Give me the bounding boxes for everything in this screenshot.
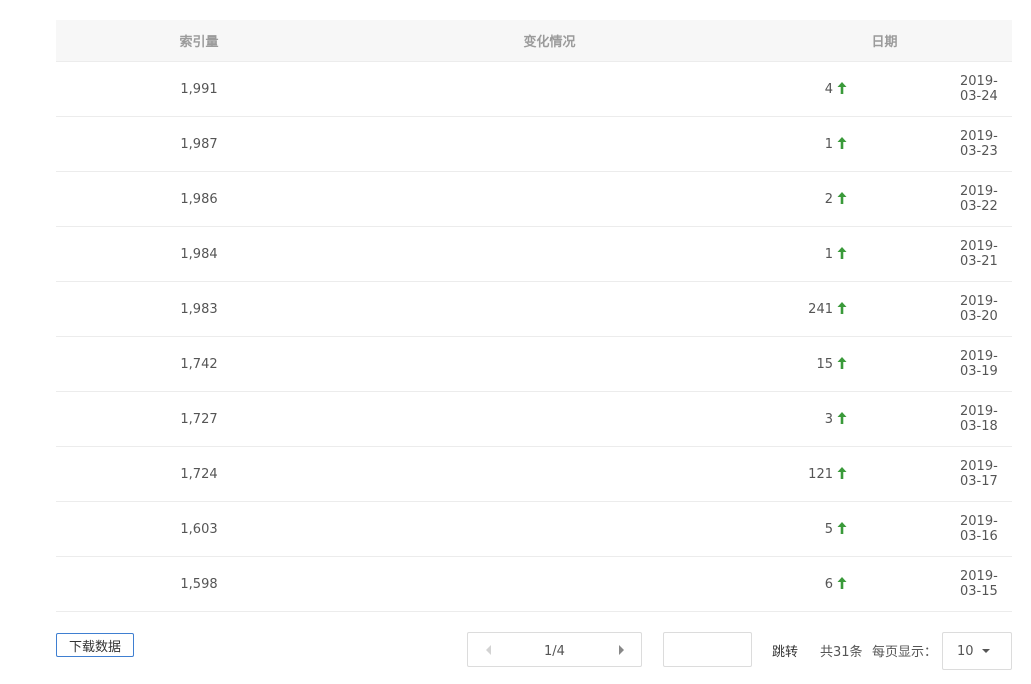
change-value: 3 (824, 411, 833, 427)
total-count: 共31条 (820, 645, 863, 660)
cell-change: 4 (342, 82, 847, 97)
caret-right-icon (618, 644, 624, 655)
table-row: 1,598 6 2019-03-15 (56, 557, 1012, 612)
arrow-up-icon (837, 192, 847, 204)
change-value: 6 (824, 576, 833, 592)
change-value: 241 (808, 301, 833, 317)
cell-index: 1,727 (180, 411, 218, 427)
cell-change: 241 (342, 302, 847, 317)
arrow-up-icon (837, 522, 847, 534)
arrow-up-icon (837, 247, 847, 259)
cell-date: 2019-03-23 (960, 129, 998, 159)
table-row: 1,983 241 2019-03-20 (56, 282, 1012, 337)
change-value: 15 (816, 356, 833, 372)
caret-left-icon (485, 644, 491, 655)
cell-index: 1,742 (180, 356, 218, 372)
prev-page-button[interactable] (468, 633, 508, 666)
arrow-up-icon (837, 412, 847, 424)
cell-index: 1,983 (180, 301, 218, 317)
change-value: 4 (824, 81, 833, 97)
header-change: 变化情况 (523, 35, 576, 50)
cell-change: 1 (342, 137, 847, 152)
cell-change: 1 (342, 247, 847, 262)
table-row: 1,987 1 2019-03-23 (56, 117, 1012, 172)
cell-date: 2019-03-19 (960, 349, 998, 379)
table-row: 1,727 3 2019-03-18 (56, 392, 1012, 447)
table-row: 1,984 1 2019-03-21 (56, 227, 1012, 282)
cell-index: 1,603 (180, 521, 218, 537)
arrow-up-icon (837, 302, 847, 314)
header-index: 索引量 (179, 35, 219, 50)
pagination: 1/4 (467, 632, 642, 667)
table-body: 1,991 4 2019-03-24 1,987 1 2019-03-23 1,986 2 20… (56, 62, 1012, 612)
cell-index: 1,986 (180, 191, 218, 207)
change-value: 2 (824, 191, 833, 207)
change-value: 121 (808, 466, 833, 482)
cell-date: 2019-03-24 (960, 74, 998, 104)
cell-date: 2019-03-22 (960, 184, 998, 214)
cell-index: 1,984 (180, 246, 218, 262)
arrow-up-icon (837, 82, 847, 94)
next-page-button[interactable] (601, 633, 641, 666)
change-value: 5 (824, 521, 833, 537)
cell-date: 2019-03-16 (960, 514, 998, 544)
table-header: 索引量 变化情况 日期 (56, 20, 1012, 62)
arrow-up-icon (837, 357, 847, 369)
cell-date: 2019-03-18 (960, 404, 998, 434)
page-indicator: 1/4 (544, 643, 565, 659)
cell-index: 1,598 (180, 576, 218, 592)
cell-index: 1,987 (180, 136, 218, 152)
header-date: 日期 (871, 35, 898, 50)
arrow-up-icon (837, 137, 847, 149)
cell-change: 3 (342, 412, 847, 427)
change-value: 1 (824, 246, 833, 262)
per-page-select[interactable]: 10 (942, 632, 1012, 670)
cell-date: 2019-03-20 (960, 294, 998, 324)
arrow-up-icon (837, 467, 847, 479)
per-page-label: 每页显示： (872, 645, 938, 660)
change-value: 1 (824, 136, 833, 152)
cell-change: 5 (342, 522, 847, 537)
cell-date: 2019-03-17 (960, 459, 998, 489)
table-row: 1,742 15 2019-03-19 (56, 337, 1012, 392)
cell-change: 15 (342, 357, 847, 372)
cell-change: 121 (342, 467, 847, 482)
cell-index: 1,991 (180, 81, 218, 97)
table-row: 1,991 4 2019-03-24 (56, 62, 1012, 117)
cell-date: 2019-03-15 (960, 569, 998, 599)
data-table: 索引量 变化情况 日期 1,991 4 2019-03-24 1,987 1 2019-0… (56, 20, 1012, 612)
table-row: 1,986 2 2019-03-22 (56, 172, 1012, 227)
table-row: 1,724 121 2019-03-17 (56, 447, 1012, 502)
cell-change: 2 (342, 192, 847, 207)
arrow-up-icon (837, 577, 847, 589)
per-page-value: 10 (957, 643, 974, 659)
jump-page-input[interactable] (663, 632, 752, 667)
cell-change: 6 (342, 577, 847, 592)
chevron-down-icon (981, 649, 990, 653)
download-data-button[interactable]: 下载数据 (56, 633, 134, 657)
cell-date: 2019-03-21 (960, 239, 998, 269)
table-row: 1,603 5 2019-03-16 (56, 502, 1012, 557)
cell-index: 1,724 (180, 466, 218, 482)
jump-button[interactable]: 跳转 (772, 641, 798, 660)
